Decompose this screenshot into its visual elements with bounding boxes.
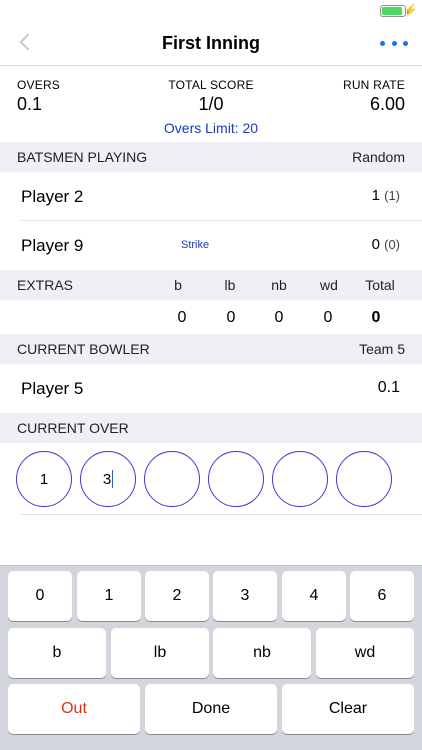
run-rate-stat: RUN RATE 6.00	[343, 78, 405, 115]
key-1[interactable]: 1	[77, 571, 141, 621]
ball-slot[interactable]	[208, 451, 264, 507]
score-keypad: 0 1 2 3 4 6 b lb nb wd Out Done Clear	[0, 565, 422, 750]
score-panel: OVERS 0.1 TOTAL SCORE 1/0 RUN RATE 6.00 …	[0, 66, 422, 142]
bowler-header-label: CURRENT BOWLER	[17, 341, 150, 357]
extras-value-total: 0	[371, 309, 381, 326]
key-4[interactable]: 4	[282, 571, 346, 621]
batsman-name: Player 9	[21, 236, 84, 255]
extras-col-nb: nb	[271, 277, 287, 293]
batsman-balls: (1)	[384, 188, 400, 203]
key-6[interactable]: 6	[350, 571, 414, 621]
clear-button[interactable]: Clear	[282, 684, 414, 734]
extras-col-wd: wd	[320, 277, 338, 293]
extras-col-total: Total	[365, 277, 395, 293]
nav-bar: First Inning	[0, 22, 422, 66]
extras-value-lb: 0	[226, 309, 236, 326]
extras-value-nb: 0	[274, 309, 284, 326]
battery-level	[382, 7, 402, 15]
bowler-overs: 0.1	[377, 379, 400, 396]
batsman-row[interactable]: Player 9 Strike 0 (0)	[0, 221, 422, 270]
strike-indicator: Strike	[181, 239, 210, 251]
ball-slot[interactable]: 1	[16, 451, 72, 507]
key-3[interactable]: 3	[213, 571, 277, 621]
extras-value-b: 0	[177, 309, 187, 326]
charging-bolt-icon: ⚡	[403, 3, 418, 17]
batsman-runs: 1	[371, 187, 380, 204]
batsman-name: Player 2	[21, 187, 84, 206]
bowler-team: Team 5	[359, 341, 405, 357]
ball-slot[interactable]	[272, 451, 328, 507]
key-0[interactable]: 0	[8, 571, 72, 621]
batsmen-header-label: BATSMEN PLAYING	[17, 149, 148, 165]
batsmen-mode[interactable]: Random	[352, 149, 405, 165]
text-cursor	[112, 470, 114, 488]
out-button[interactable]: Out	[8, 684, 140, 734]
extras-header: EXTRAS b lb nb wd Total	[0, 270, 422, 300]
current-over-balls: 1 3	[0, 443, 422, 515]
run-rate-label: RUN RATE	[342, 78, 405, 92]
extras-col-b: b	[174, 277, 182, 293]
batsman-row[interactable]: Player 2 1 (1)	[0, 172, 422, 221]
key-no-ball[interactable]: nb	[213, 628, 311, 678]
extras-header-label: EXTRAS	[17, 277, 74, 293]
overs-limit: Overs Limit: 20	[163, 120, 259, 136]
done-button[interactable]: Done	[145, 684, 277, 734]
batsman-score: 0 (0)	[372, 236, 400, 253]
batsman-runs: 0	[371, 236, 380, 253]
more-dots-icon	[380, 40, 385, 46]
key-wide[interactable]: wd	[316, 628, 414, 678]
bowler-row[interactable]: Player 5 0.1	[0, 364, 422, 413]
more-options-button[interactable]	[380, 33, 408, 53]
key-leg-bye[interactable]: lb	[111, 628, 209, 678]
batsmen-header: BATSMEN PLAYING Random	[0, 142, 422, 172]
divider	[21, 514, 422, 515]
extras-col-lb: lb	[224, 277, 236, 293]
extras-values-row: 0 0 0 0 0	[0, 300, 422, 334]
batsman-score: 1 (1)	[372, 187, 400, 204]
run-rate-value: 6.00	[369, 94, 405, 114]
extras-value-wd: 0	[323, 309, 333, 326]
key-bye[interactable]: b	[8, 628, 106, 678]
ball-slot-active[interactable]: 3	[80, 451, 136, 507]
bowler-header: CURRENT BOWLER Team 5	[0, 334, 422, 364]
page-title: First Inning	[162, 33, 260, 53]
key-2[interactable]: 2	[145, 571, 209, 621]
current-over-header: CURRENT OVER	[0, 413, 422, 443]
bowler-name: Player 5	[21, 379, 84, 398]
ball-slot[interactable]	[144, 451, 200, 507]
current-over-label: CURRENT OVER	[17, 420, 129, 436]
ball-slot[interactable]	[336, 451, 392, 507]
status-bar: ⚡	[0, 0, 422, 22]
batsman-balls: (0)	[384, 237, 400, 252]
